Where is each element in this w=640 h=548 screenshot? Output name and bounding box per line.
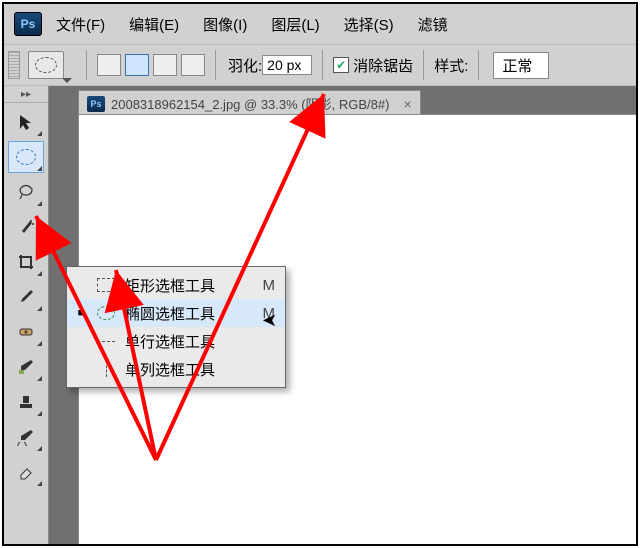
rect-marquee-icon: [95, 276, 117, 294]
tool-move[interactable]: [8, 106, 44, 138]
antialias-label: 消除锯齿: [353, 55, 413, 76]
flyout-item-row[interactable]: 单行选框工具: [67, 327, 285, 355]
flyout-item-col[interactable]: 单列选框工具: [67, 355, 285, 383]
tool-history-brush[interactable]: [8, 421, 44, 453]
tool-healing[interactable]: [8, 316, 44, 348]
tool-eraser[interactable]: [8, 456, 44, 488]
chevron-down-icon[interactable]: [62, 78, 72, 83]
tool-eyedropper[interactable]: [8, 281, 44, 313]
menu-layer[interactable]: 图层(L): [271, 14, 319, 35]
flyout-label: 椭圆选框工具: [125, 303, 257, 324]
selmode-intersect[interactable]: [181, 54, 205, 76]
selmode-add[interactable]: [125, 54, 149, 76]
selection-mode-group: [97, 54, 205, 76]
tool-palette: ▸▸: [4, 86, 49, 544]
feather-label: 羽化:: [228, 55, 262, 76]
close-icon[interactable]: ×: [403, 96, 411, 112]
selmode-new[interactable]: [97, 54, 121, 76]
palette-collapse-icon[interactable]: ▸▸: [4, 86, 48, 103]
photoshop-doc-icon: Ps: [87, 96, 105, 112]
style-label: 样式:: [434, 55, 468, 76]
flyout-label: 矩形选框工具: [125, 275, 257, 296]
feather-input[interactable]: 20 px: [262, 55, 312, 75]
photoshop-logo-icon: Ps: [14, 12, 42, 36]
tool-preset-picker[interactable]: [28, 51, 64, 79]
separator: [215, 50, 216, 80]
active-marker: ■: [75, 307, 87, 319]
menu-image[interactable]: 图像(I): [203, 14, 247, 35]
separator: [322, 50, 323, 80]
marquee-flyout: 矩形选框工具 M ■ 椭圆选框工具 M 单行选框工具 单列选框工具: [66, 266, 286, 388]
document-title: 2008318962154_2.jpg @ 33.3% (阴影, RGB/8#): [111, 94, 389, 113]
selmode-subtract[interactable]: [153, 54, 177, 76]
menu-bar: Ps 文件(F) 编辑(E) 图像(I) 图层(L) 选择(S) 滤镜: [4, 4, 636, 44]
flyout-item-rect[interactable]: 矩形选框工具 M: [67, 271, 285, 299]
flyout-shortcut: M: [257, 305, 275, 322]
antialias-checkbox[interactable]: ✔: [333, 57, 349, 73]
single-row-icon: [95, 332, 117, 350]
tool-lasso[interactable]: [8, 176, 44, 208]
separator: [86, 50, 87, 80]
menu-file[interactable]: 文件(F): [56, 14, 105, 35]
tool-brush[interactable]: [8, 351, 44, 383]
style-dropdown[interactable]: 正常: [493, 52, 549, 79]
single-col-icon: [95, 360, 117, 378]
ellipse-marquee-icon: [95, 304, 117, 322]
options-bar: 羽化: 20 px ✔ 消除锯齿 样式: 正常: [4, 44, 636, 86]
separator: [423, 50, 424, 80]
flyout-shortcut: M: [257, 277, 275, 294]
separator: [478, 50, 479, 80]
tool-stamp[interactable]: [8, 386, 44, 418]
flyout-item-ellipse[interactable]: ■ 椭圆选框工具 M: [67, 299, 285, 327]
menu-edit[interactable]: 编辑(E): [129, 14, 179, 35]
tool-crop[interactable]: [8, 246, 44, 278]
tool-marquee[interactable]: [8, 141, 44, 173]
flyout-label: 单列选框工具: [125, 359, 257, 380]
tool-wand[interactable]: [8, 211, 44, 243]
document-tab[interactable]: Ps 2008318962154_2.jpg @ 33.3% (阴影, RGB/…: [78, 90, 421, 116]
ellipse-marquee-icon: [35, 57, 57, 73]
menu-filter[interactable]: 滤镜: [418, 14, 448, 35]
flyout-label: 单行选框工具: [125, 331, 257, 352]
options-bar-grip[interactable]: [8, 51, 20, 79]
menu-select[interactable]: 选择(S): [344, 14, 394, 35]
